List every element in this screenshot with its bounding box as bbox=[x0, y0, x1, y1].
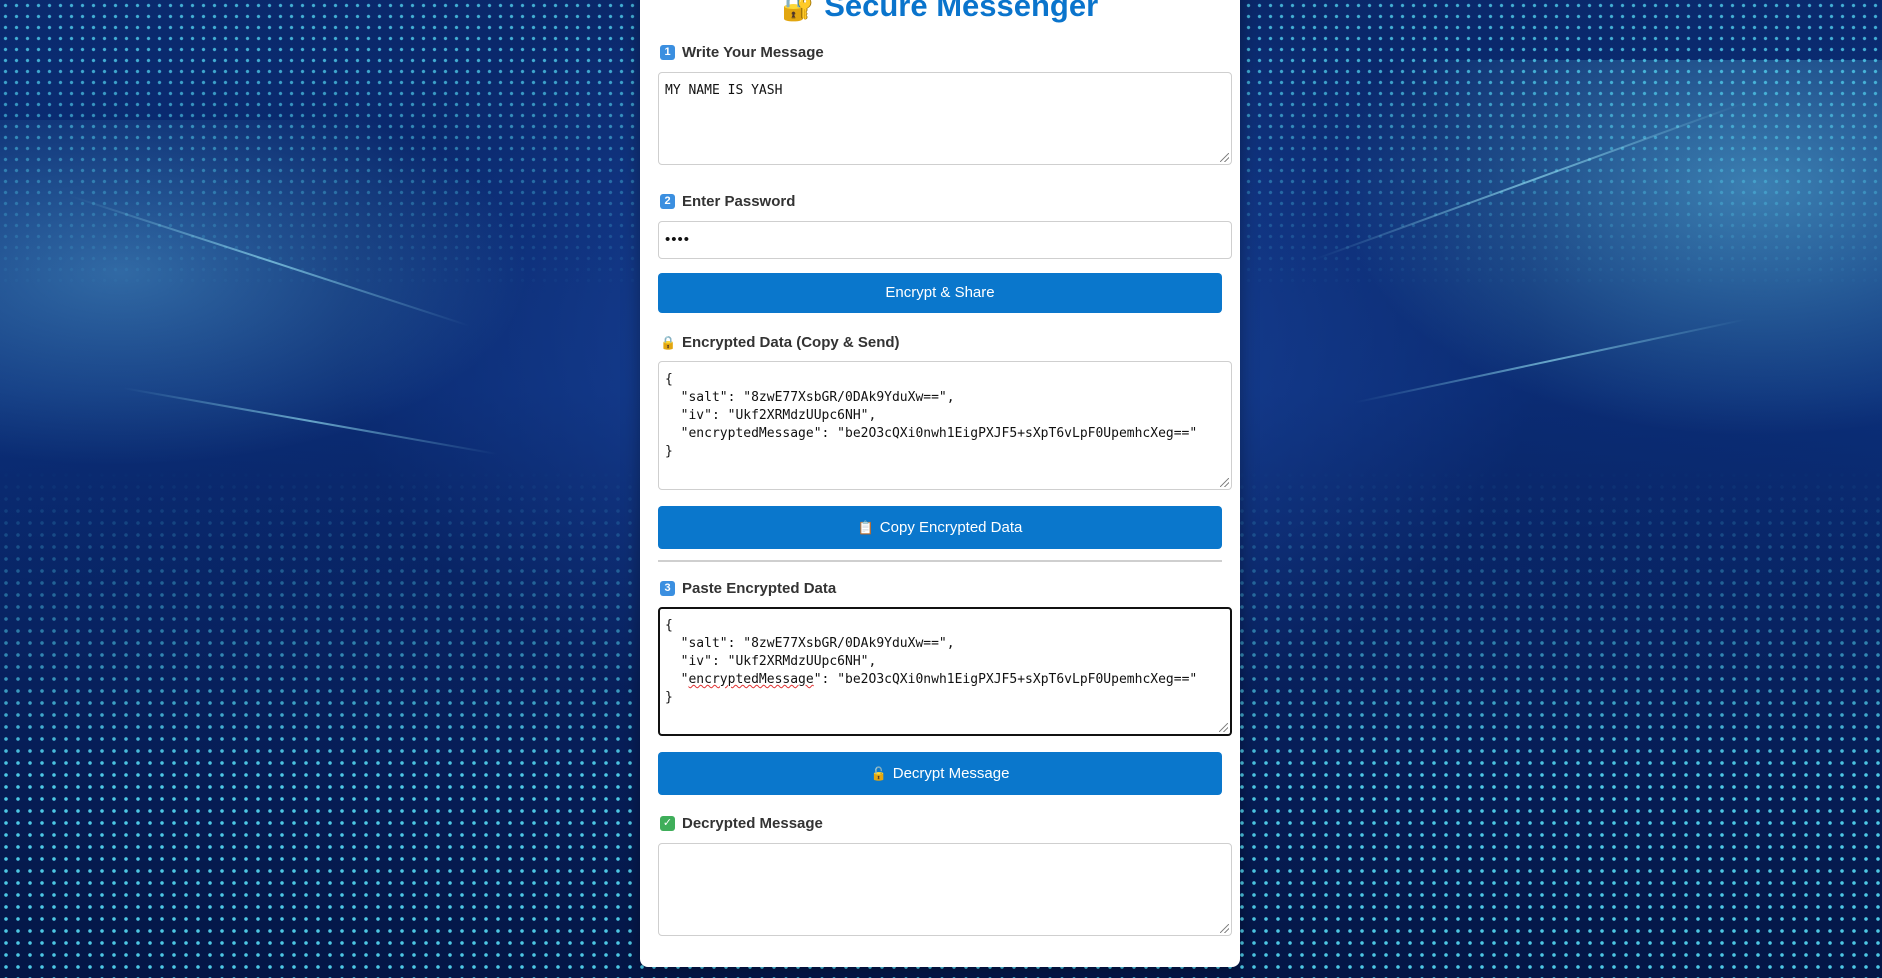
paste-data-label-text: Paste Encrypted Data bbox=[682, 580, 837, 597]
copy-encrypted-button[interactable]: 📋 Copy Encrypted Data bbox=[658, 506, 1222, 549]
paste-data-textarea[interactable]: { "salt": "8zwE77XsbGR/0DAk9YduXw==", "i… bbox=[658, 607, 1232, 736]
paste-line: "iv": "Ukf2XRMdzUUpc6NH", bbox=[665, 654, 877, 669]
step-two-badge: 2 bbox=[660, 194, 675, 209]
encrypted-data-label: 🔒 Encrypted Data (Copy & Send) bbox=[660, 334, 900, 351]
paste-line: "encryptedMessage": "be2O3cQXi0nwh1EigPX… bbox=[665, 671, 1225, 689]
encrypt-share-label: Encrypt & Share bbox=[885, 284, 995, 301]
resize-handle[interactable] bbox=[1220, 153, 1229, 162]
lock-key-icon: 🔐 bbox=[781, 0, 815, 22]
page-title: 🔐 Secure Messenger bbox=[640, 0, 1240, 28]
encrypted-line: "salt": "8zwE77XsbGR/0DAk9YduXw==", bbox=[665, 390, 955, 405]
write-message-label: 1 Write Your Message bbox=[660, 44, 824, 61]
encrypted-line: "iv": "Ukf2XRMdzUUpc6NH", bbox=[665, 408, 877, 423]
password-value: •••• bbox=[665, 231, 691, 248]
paste-line-rest: ": "be2O3cQXi0nwh1EigPXJF5+sXpT6vLpF0Upe… bbox=[813, 672, 1198, 687]
encrypted-data-textarea[interactable]: { "salt": "8zwE77XsbGR/0DAk9YduXw==", "i… bbox=[658, 361, 1232, 490]
check-icon: ✓ bbox=[660, 816, 675, 831]
clipboard-icon: 📋 bbox=[857, 520, 874, 535]
encrypted-line: { bbox=[665, 372, 673, 387]
encrypted-data-label-text: Encrypted Data (Copy & Send) bbox=[682, 334, 900, 351]
write-message-label-text: Write Your Message bbox=[682, 44, 824, 61]
message-text: MY NAME IS YASH bbox=[665, 83, 783, 98]
paste-line-quote: " bbox=[665, 672, 689, 687]
resize-handle[interactable] bbox=[1219, 723, 1228, 732]
decrypt-message-button[interactable]: 🔓 Decrypt Message bbox=[658, 752, 1222, 795]
resize-handle[interactable] bbox=[1220, 478, 1229, 487]
decrypted-message-label-text: Decrypted Message bbox=[682, 815, 823, 832]
decrypted-message-label: ✓ Decrypted Message bbox=[660, 815, 823, 832]
lock-icon: 🔒 bbox=[660, 334, 677, 350]
paste-line: { bbox=[665, 618, 673, 633]
section-divider bbox=[658, 560, 1222, 562]
encrypt-share-button[interactable]: Encrypt & Share bbox=[658, 273, 1222, 313]
decrypted-message-textarea[interactable] bbox=[658, 843, 1232, 936]
password-label-text: Enter Password bbox=[682, 193, 796, 210]
paste-line: } bbox=[665, 690, 673, 705]
spellcheck-word: encryptedMessage bbox=[688, 672, 814, 687]
password-label: 2 Enter Password bbox=[660, 193, 795, 210]
copy-encrypted-label: Copy Encrypted Data bbox=[879, 519, 1023, 536]
decrypt-message-label: Decrypt Message bbox=[892, 765, 1010, 782]
step-one-badge: 1 bbox=[660, 45, 675, 60]
paste-data-label: 3 Paste Encrypted Data bbox=[660, 580, 836, 597]
message-textarea[interactable]: MY NAME IS YASH bbox=[658, 72, 1232, 165]
encrypted-line: "encryptedMessage": "be2O3cQXi0nwh1EigPX… bbox=[665, 426, 1198, 441]
messenger-card: 🔐 Secure Messenger 1 Write Your Message M… bbox=[640, 0, 1240, 967]
resize-handle[interactable] bbox=[1220, 924, 1229, 933]
paste-line: "salt": "8zwE77XsbGR/0DAk9YduXw==", bbox=[665, 636, 955, 651]
password-input[interactable]: •••• bbox=[658, 221, 1232, 259]
encrypted-line: } bbox=[665, 444, 673, 459]
step-three-badge: 3 bbox=[660, 581, 675, 596]
unlock-icon: 🔓 bbox=[870, 766, 887, 781]
